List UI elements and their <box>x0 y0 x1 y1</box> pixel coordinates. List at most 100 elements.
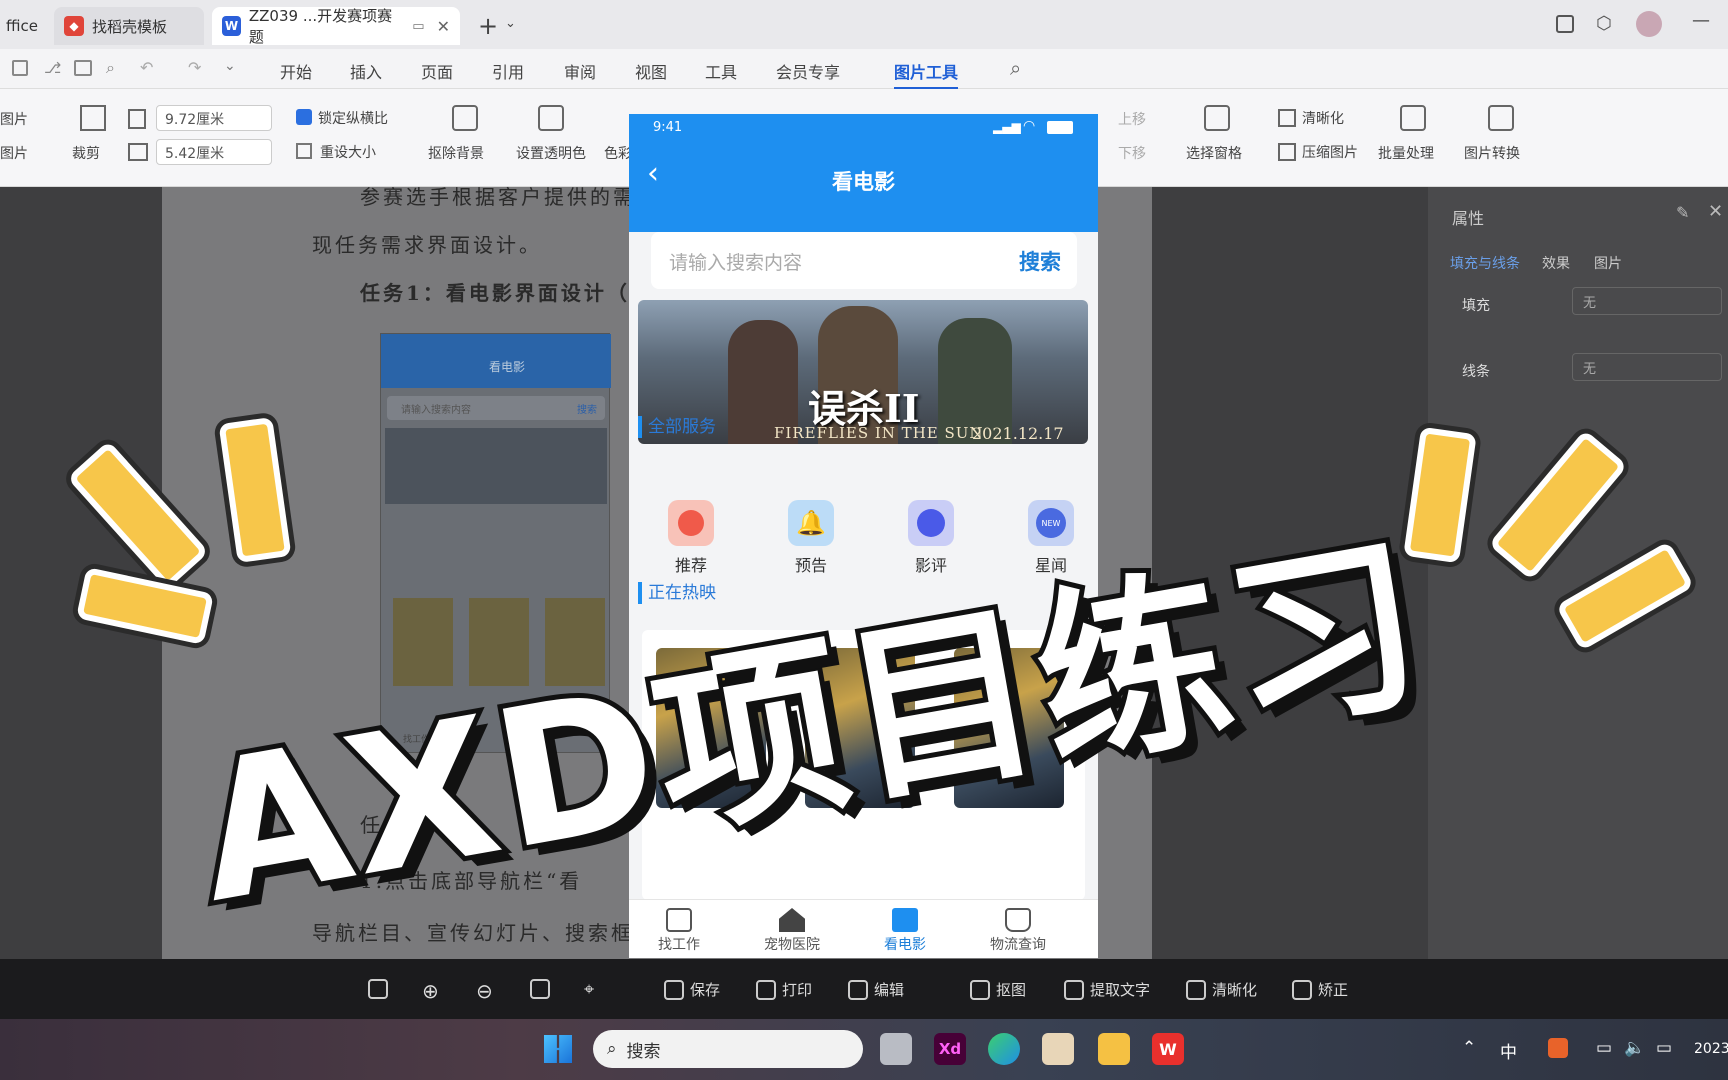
close-tab-icon[interactable]: ✕ <box>437 17 450 36</box>
tab-logistics[interactable]: 物流查询 <box>968 908 1068 954</box>
taskbar-search[interactable]: ⌕ 搜索 <box>593 1030 863 1068</box>
print-icon[interactable] <box>74 60 92 76</box>
preview-icon[interactable]: ⌕ <box>106 58 115 78</box>
close-panel-icon[interactable]: ✕ <box>1708 201 1723 222</box>
reset-size-button[interactable]: 重设大小 <box>320 142 376 162</box>
search-icon[interactable]: ⌕ <box>1010 56 1021 80</box>
zoom-out-button[interactable]: ⊖ <box>476 979 493 1003</box>
tab-docer-templates[interactable]: ◆ 找稻壳模板 <box>54 7 204 45</box>
service-trailer[interactable]: 🔔 预告 <box>771 500 851 576</box>
menu-member[interactable]: 会员专享 <box>776 59 840 83</box>
movie-poster[interactable] <box>954 648 1064 808</box>
menu-references[interactable]: 引用 <box>492 59 524 83</box>
extract-text-button[interactable]: 提取文字 <box>1064 979 1150 1000</box>
search-box[interactable]: 请输入搜索内容 搜索 <box>651 232 1077 289</box>
menu-tools[interactable]: 工具 <box>705 59 737 83</box>
chevron-down-icon[interactable]: ⌄ <box>505 16 516 31</box>
zoom-in-button[interactable]: ⊕ <box>422 979 439 1003</box>
convert-icon[interactable] <box>1488 105 1514 131</box>
tab-pet-hospital[interactable]: 宠物医院 <box>742 908 842 954</box>
app-icon[interactable] <box>1042 1033 1074 1065</box>
selection-pane-button[interactable]: 选择窗格 <box>1186 143 1242 163</box>
more-icon[interactable]: ⌄ <box>224 58 236 74</box>
tab-zz039-doc[interactable]: W ZZ039 ...开发赛项赛题 ▭ ✕ <box>212 7 460 46</box>
panel-tab-fill-line[interactable]: 填充与线条 <box>1450 253 1520 273</box>
menu-home[interactable]: 开始 <box>280 59 312 83</box>
wps-icon[interactable]: W <box>1152 1033 1184 1065</box>
set-transparent-button[interactable]: 设置透明色 <box>516 143 586 163</box>
screen-icon[interactable]: ▭ <box>412 19 424 34</box>
crop-button[interactable]: 裁剪 <box>72 143 100 163</box>
ribbon-picture-label[interactable]: 图片 <box>0 109 28 129</box>
location-button[interactable]: ⌖ <box>584 979 594 1000</box>
share-icon[interactable]: ⎇ <box>44 59 61 77</box>
movie-poster[interactable] <box>805 648 915 808</box>
tab-label: 找工作 <box>658 937 700 953</box>
battery-icon[interactable]: ▭ <box>1656 1038 1672 1058</box>
avatar[interactable] <box>1636 11 1662 37</box>
menu-page[interactable]: 页面 <box>421 59 453 83</box>
panel-tab-picture[interactable]: 图片 <box>1594 253 1622 273</box>
compress-button[interactable]: 压缩图片 <box>1302 142 1358 162</box>
sharpen-button[interactable]: 清晰化 <box>1302 108 1344 128</box>
save-icon[interactable] <box>12 60 28 76</box>
undo-icon[interactable]: ↶ <box>140 58 153 77</box>
fit-screen-button[interactable] <box>368 979 388 999</box>
tab-office[interactable]: ffice <box>0 7 46 45</box>
menu-insert[interactable]: 插入 <box>350 59 382 83</box>
remove-background-button[interactable]: 抠除背景 <box>428 143 484 163</box>
embedded-picture[interactable]: 看电影 请输入搜索内容 搜索 找工作 <box>380 333 611 753</box>
print-button[interactable]: 打印 <box>756 979 812 1000</box>
correct-button[interactable]: 矫正 <box>1292 979 1348 1000</box>
picture-convert-button[interactable]: 图片转换 <box>1464 143 1520 163</box>
search-input[interactable]: 请输入搜索内容 <box>669 248 802 275</box>
menu-view[interactable]: 视图 <box>635 59 667 83</box>
lock-ratio-checkbox[interactable] <box>296 109 312 125</box>
task-view-icon[interactable] <box>880 1033 912 1065</box>
windows-start-icon[interactable] <box>544 1035 572 1063</box>
tab-find-job[interactable]: 找工作 <box>629 908 729 954</box>
fill-select[interactable]: 无 <box>1572 287 1722 315</box>
menu-review[interactable]: 审阅 <box>564 59 596 83</box>
volume-icon[interactable]: 🔈 <box>1624 1038 1645 1058</box>
batch-process-button[interactable]: 批量处理 <box>1378 143 1434 163</box>
ime-indicator[interactable]: 中 <box>1500 1038 1517 1063</box>
adobe-xd-icon[interactable]: Xd <box>934 1033 966 1065</box>
ribbon-picture-label-2[interactable]: 图片 <box>0 143 28 163</box>
line-select[interactable]: 无 <box>1572 353 1722 381</box>
remove-background-icon[interactable] <box>452 105 478 131</box>
color-button[interactable]: 色彩 <box>604 143 632 163</box>
selection-pane-icon[interactable] <box>1204 105 1230 131</box>
height-input[interactable]: 5.42厘米 <box>156 139 272 165</box>
network-icon[interactable]: ▭ <box>1596 1038 1612 1058</box>
move-down-button[interactable]: 下移 <box>1118 143 1146 163</box>
cube-icon[interactable]: ⬡ <box>1596 13 1612 34</box>
batch-icon[interactable] <box>1400 105 1426 131</box>
new-tab-icon[interactable]: + <box>478 12 498 40</box>
width-input[interactable]: 9.72厘米 <box>156 105 272 131</box>
movie-poster[interactable] <box>656 648 766 808</box>
save-button[interactable]: 保存 <box>664 979 720 1000</box>
layout-icon[interactable] <box>1556 15 1574 33</box>
minimize-icon[interactable]: — <box>1692 10 1710 31</box>
crop-icon[interactable] <box>80 105 106 131</box>
transparent-color-icon[interactable] <box>538 105 564 131</box>
file-explorer-icon[interactable] <box>1098 1033 1130 1065</box>
panel-tab-effects[interactable]: 效果 <box>1542 253 1570 273</box>
service-recommend[interactable]: 推荐 <box>651 500 731 576</box>
tab-movies[interactable]: 看电影 <box>855 908 955 954</box>
rotate-button[interactable] <box>530 979 550 999</box>
cutout-button[interactable]: 抠图 <box>970 979 1026 1000</box>
service-review[interactable]: 影评 <box>891 500 971 576</box>
edit-button[interactable]: 编辑 <box>848 979 904 1000</box>
sharpen-button[interactable]: 清晰化 <box>1186 979 1257 1000</box>
move-up-button[interactable]: 上移 <box>1118 109 1146 129</box>
service-star-news[interactable]: NEW 星闻 <box>1011 500 1091 576</box>
search-button[interactable]: 搜索 <box>1019 246 1061 276</box>
menu-picture-tools[interactable]: 图片工具 <box>894 59 959 90</box>
pin-icon[interactable]: ✎ <box>1676 203 1689 222</box>
sogou-icon[interactable] <box>1548 1038 1568 1058</box>
tray-chevron-up-icon[interactable]: ⌃ <box>1462 1038 1476 1058</box>
edge-icon[interactable] <box>988 1033 1020 1065</box>
redo-icon[interactable]: ↷ <box>188 58 201 77</box>
